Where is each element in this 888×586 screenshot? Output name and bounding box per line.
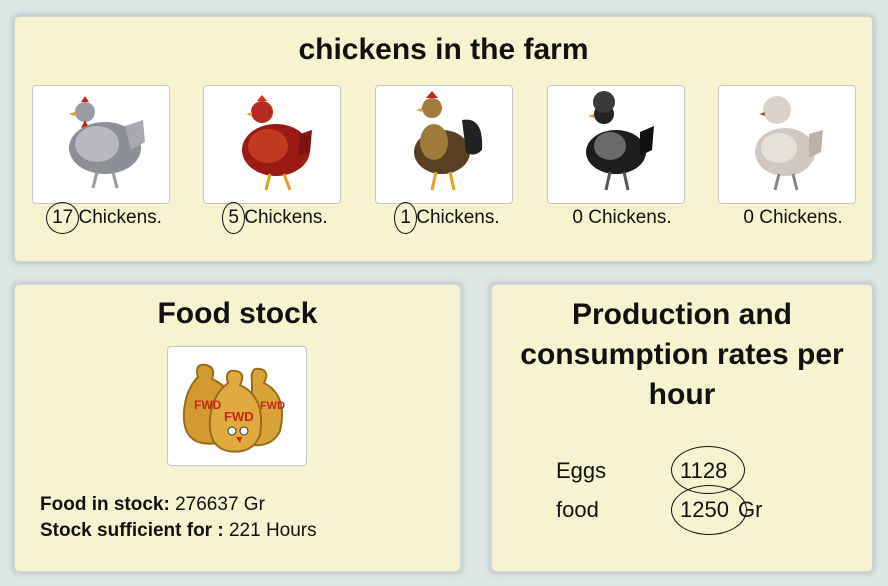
food-in-stock-value: 276637 Gr bbox=[175, 494, 265, 515]
food-stock-title: Food stock bbox=[157, 297, 318, 330]
eggs-label: Eggs bbox=[556, 458, 607, 483]
chicken-count-unit: Chickens. bbox=[416, 207, 500, 228]
svg-text:FWD: FWD bbox=[194, 398, 222, 412]
chicken-count: 0 Chickens. bbox=[718, 207, 868, 229]
chicken-count-number: 17 bbox=[46, 202, 80, 234]
stock-sufficient-value: 221 Hours bbox=[228, 520, 317, 541]
black-crested-chicken-icon bbox=[586, 91, 654, 191]
chicken-count-unit: Chickens. bbox=[244, 207, 328, 228]
food-in-stock: Food in stock: 276637 Gr bbox=[40, 494, 265, 516]
chicken-count-number: 5 bbox=[222, 202, 245, 234]
rates-title: Production and consumption rates per hou… bbox=[520, 298, 844, 411]
chicken-tile[interactable] bbox=[32, 85, 170, 204]
svg-text:FWD: FWD bbox=[224, 409, 254, 424]
chicken-count-number: 0 bbox=[572, 207, 583, 228]
production-rates-panel: Production and consumption rates per hou… bbox=[491, 284, 873, 572]
chickens-panel: chickens in the farm 17 Chickens. 5 Chic… bbox=[14, 16, 873, 262]
chicken-count: 0 Chickens. bbox=[547, 207, 697, 229]
food-label: food bbox=[556, 497, 599, 522]
chicken-count: 1 Chickens. bbox=[375, 202, 525, 234]
food-unit: Gr bbox=[738, 497, 763, 522]
food-stock-panel: Food stock FWD FWD FWD Food in stock: 27… bbox=[14, 284, 461, 572]
chicken-count-number: 0 bbox=[743, 207, 754, 228]
feed-sacks-icon: FWD FWD FWD bbox=[182, 363, 285, 453]
red-hen-icon bbox=[242, 95, 312, 191]
chicken-tile[interactable] bbox=[375, 85, 513, 204]
chicken-count-unit: Chickens. bbox=[759, 207, 843, 228]
food-annotation-circle bbox=[671, 485, 747, 535]
chicken-tile[interactable] bbox=[203, 85, 341, 204]
feed-sack-tile[interactable]: FWD FWD FWD bbox=[167, 346, 307, 466]
chickens-panel-title: chickens in the farm bbox=[298, 33, 589, 66]
chicken-tile[interactable] bbox=[718, 85, 856, 204]
grey-hen-icon bbox=[69, 96, 145, 189]
chicken-count-unit: Chickens. bbox=[588, 207, 672, 228]
chicken-tile[interactable] bbox=[547, 85, 685, 204]
chicken-count: 17 Chickens. bbox=[32, 202, 182, 234]
svg-text:FWD: FWD bbox=[260, 400, 285, 412]
rooster-icon bbox=[414, 91, 483, 191]
chicken-count-unit: Chickens. bbox=[78, 207, 162, 228]
chicken-count: 5 Chickens. bbox=[203, 202, 353, 234]
chicken-count-number: 1 bbox=[394, 202, 417, 234]
stock-sufficient-label: Stock sufficient for : bbox=[40, 520, 224, 541]
chicken-card-list: 17 Chickens. 5 Chickens. 1 Chickens. 0 C… bbox=[32, 85, 862, 235]
food-in-stock-label: Food in stock: bbox=[40, 494, 170, 515]
white-silkie-chicken-icon bbox=[755, 96, 823, 191]
stock-sufficient: Stock sufficient for : 221 Hours bbox=[40, 520, 317, 542]
